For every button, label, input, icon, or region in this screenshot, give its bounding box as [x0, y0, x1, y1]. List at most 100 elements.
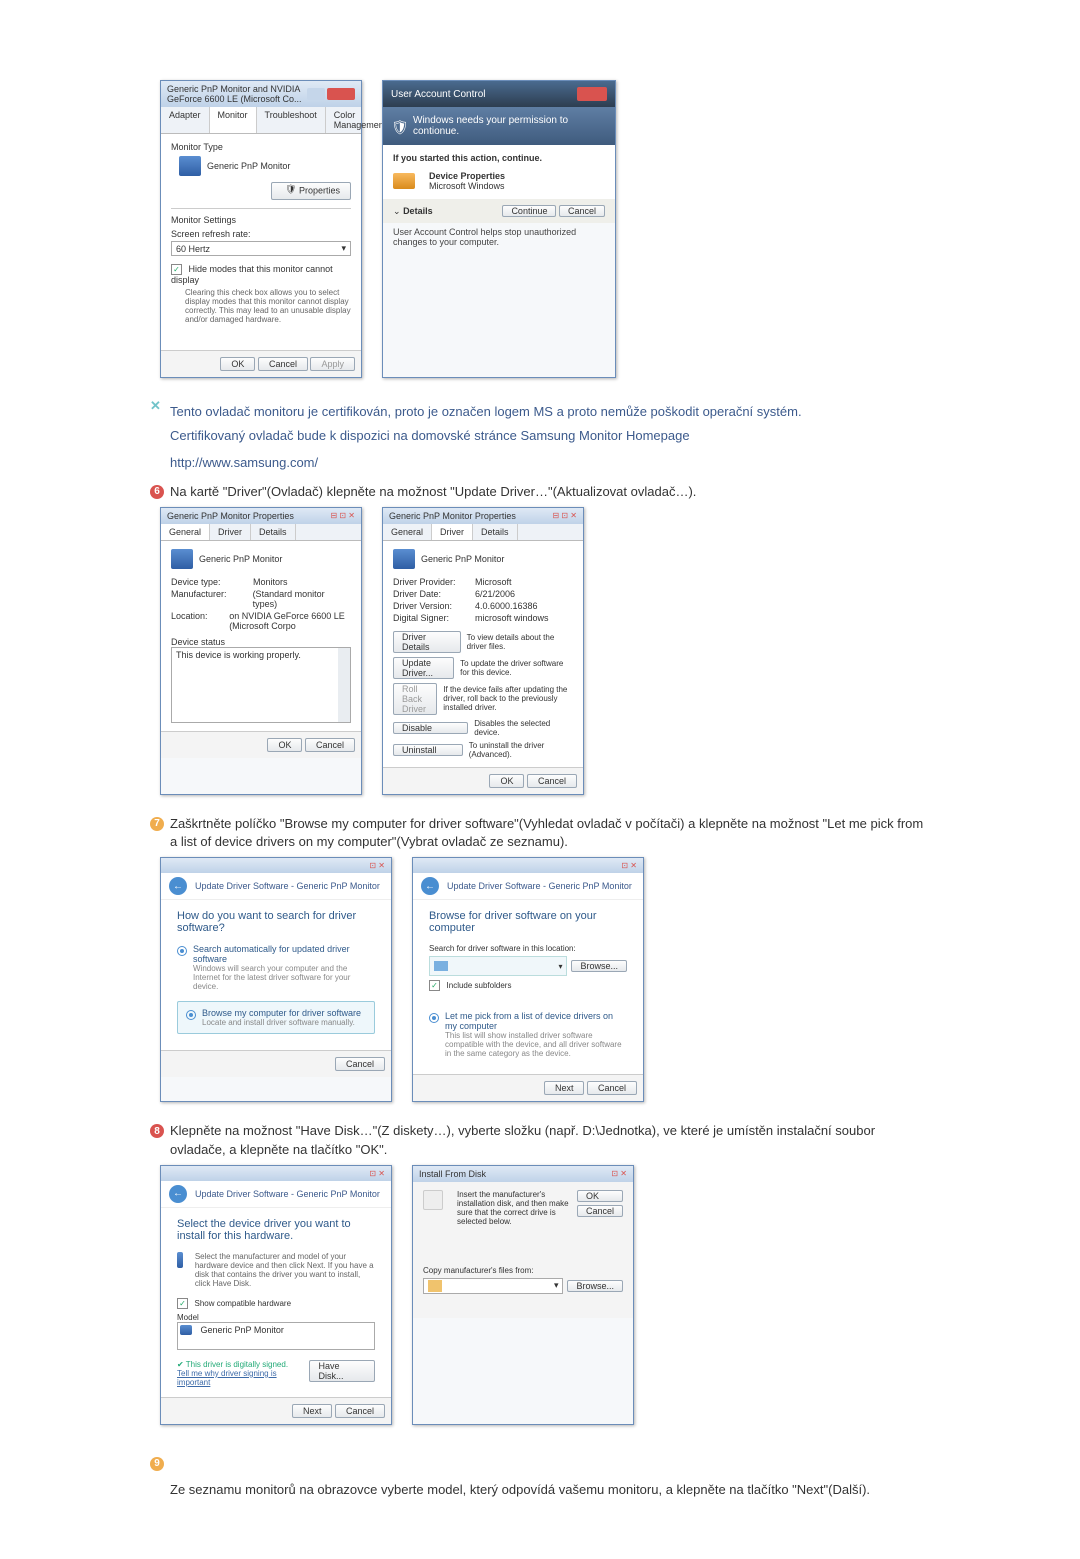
- driver-details-button[interactable]: Driver Details: [393, 631, 461, 653]
- copy-path-combo[interactable]: ▾: [423, 1278, 563, 1294]
- signing-link[interactable]: Tell me why driver signing is important: [177, 1369, 309, 1387]
- option-pick-from-list[interactable]: Let me pick from a list of device driver…: [429, 1011, 627, 1058]
- samsung-link[interactable]: http://www.samsung.com/: [170, 453, 802, 473]
- devstatus-label: Device status: [171, 637, 351, 647]
- have-disk-button[interactable]: Have Disk...: [309, 1360, 375, 1382]
- close-icon[interactable]: [577, 87, 607, 101]
- cancel-button[interactable]: Cancel: [335, 1057, 385, 1071]
- refresh-rate-select[interactable]: 60 Hertz ▾: [171, 241, 351, 256]
- ok-button[interactable]: OK: [267, 738, 302, 752]
- close-icon[interactable]: ⊡ ✕: [621, 861, 637, 870]
- tab-details[interactable]: Details: [251, 524, 296, 540]
- cancel-button[interactable]: Cancel: [527, 774, 577, 788]
- tab-adapter[interactable]: Adapter: [161, 107, 210, 133]
- tab-driver[interactable]: Driver: [432, 524, 473, 540]
- manuf-label: Manufacturer:: [171, 589, 241, 609]
- tab-driver[interactable]: Driver: [210, 524, 251, 540]
- update-driver-desc: To update the driver software for this d…: [460, 659, 573, 677]
- chevron-down-icon: ▾: [554, 1280, 559, 1291]
- browse-button[interactable]: Browse...: [567, 1280, 623, 1292]
- update-driver-button[interactable]: Update Driver...: [393, 657, 454, 679]
- browse-button[interactable]: Browse...: [571, 960, 627, 972]
- select-driver-dialog: ⊡ ✕ ← Update Driver Software - Generic P…: [160, 1165, 392, 1425]
- tab-details[interactable]: Details: [473, 524, 518, 540]
- tab-general[interactable]: General: [161, 524, 210, 540]
- disk-icon: [423, 1190, 443, 1210]
- monitor-icon: [171, 549, 193, 569]
- signed-label: This driver is digitally signed.: [186, 1360, 288, 1369]
- note-icon: ✕: [150, 398, 164, 414]
- tabs: Adapter Monitor Troubleshoot Color Manag…: [161, 107, 361, 134]
- show-compatible-checkbox[interactable]: [177, 1298, 188, 1309]
- show-compatible-label: Show compatible hardware: [195, 1299, 292, 1308]
- uninstall-button[interactable]: Uninstall: [393, 744, 463, 756]
- tab-monitor[interactable]: Monitor: [210, 107, 257, 133]
- path-combo[interactable]: ▾: [429, 956, 567, 976]
- sign-label: Digital Signer:: [393, 613, 463, 623]
- option-auto-desc: Windows will search your computer and th…: [193, 964, 375, 991]
- cancel-button[interactable]: Cancel: [587, 1081, 637, 1095]
- properties-button[interactable]: 🛡 Properties: [271, 182, 351, 200]
- cancel-button[interactable]: Cancel: [559, 205, 605, 217]
- continue-button[interactable]: Continue: [502, 205, 556, 217]
- titlebar: Generic PnP Monitor and NVIDIA GeForce 6…: [161, 81, 361, 107]
- close-icon[interactable]: [327, 88, 355, 100]
- option-auto-search[interactable]: Search automatically for updated driver …: [177, 944, 375, 991]
- folder-icon: [428, 1280, 442, 1292]
- uac-publisher: Microsoft Windows: [429, 181, 505, 191]
- update-wizard-browse-dialog: ⊡ ✕ ← Update Driver Software - Generic P…: [412, 857, 644, 1102]
- option-auto-title: Search automatically for updated driver …: [193, 944, 375, 964]
- hide-modes-checkbox[interactable]: [171, 264, 182, 275]
- hide-modes-note: Clearing this check box allows you to se…: [185, 288, 351, 324]
- cancel-button[interactable]: Cancel: [258, 357, 308, 371]
- driver-details-desc: To view details about the driver files.: [467, 633, 573, 651]
- install-from-disk-dialog: Install From Disk ⊡ ✕ Insert the manufac…: [412, 1165, 634, 1425]
- chevron-down-icon: ⌄: [393, 206, 401, 216]
- disable-button[interactable]: Disable: [393, 722, 468, 734]
- monitor-type-label: Monitor Type: [171, 142, 351, 152]
- close-icon[interactable]: ⊟ ⊡ ✕: [330, 511, 355, 520]
- wizard-question: How do you want to search for driver sof…: [177, 910, 375, 934]
- minimize-icon[interactable]: [307, 88, 325, 100]
- option-browse[interactable]: Browse my computer for driver software L…: [186, 1008, 366, 1027]
- ok-button[interactable]: OK: [220, 357, 255, 371]
- step-9-body: Ze seznamu monitorů na obrazovce vyberte…: [170, 1482, 870, 1497]
- wizard-title: Update Driver Software - Generic PnP Mon…: [195, 881, 380, 891]
- disable-desc: Disables the selected device.: [474, 719, 573, 737]
- ver-value: 4.0.6000.16386: [475, 601, 538, 611]
- details-toggle[interactable]: Details: [403, 206, 433, 216]
- back-button[interactable]: ←: [169, 1185, 187, 1203]
- ok-button[interactable]: OK: [577, 1190, 623, 1202]
- scrollbar[interactable]: [338, 648, 350, 722]
- date-label: Driver Date:: [393, 589, 463, 599]
- next-button[interactable]: Next: [292, 1404, 333, 1418]
- browse-title: Browse for driver software on your compu…: [429, 910, 627, 934]
- model-list[interactable]: Generic PnP Monitor: [177, 1322, 375, 1350]
- device-props-general-dialog: Generic PnP Monitor Properties ⊟ ⊡ ✕ Gen…: [160, 507, 362, 795]
- close-icon[interactable]: ⊡ ✕: [369, 861, 385, 870]
- back-button[interactable]: ←: [421, 877, 439, 895]
- monitor-icon: [393, 549, 415, 569]
- ok-button[interactable]: OK: [489, 774, 524, 788]
- cancel-button[interactable]: Cancel: [305, 738, 355, 752]
- close-icon[interactable]: ⊡ ✕: [369, 1169, 385, 1178]
- tab-troubleshoot[interactable]: Troubleshoot: [257, 107, 326, 133]
- monitor-name: Generic PnP Monitor: [207, 161, 290, 171]
- model-label: Model: [177, 1313, 375, 1322]
- option-browse-desc: Locate and install driver software manua…: [202, 1018, 361, 1027]
- cert-note-2: Certifikovaný ovladač bude k dispozici n…: [170, 426, 802, 446]
- rollback-driver-button[interactable]: Roll Back Driver: [393, 683, 437, 715]
- monitor-icon: [177, 1252, 183, 1268]
- ver-label: Driver Version:: [393, 601, 463, 611]
- select-hint: Select the manufacturer and model of you…: [195, 1252, 375, 1288]
- include-subfolders-checkbox[interactable]: [429, 980, 440, 991]
- back-button[interactable]: ←: [169, 877, 187, 895]
- cancel-button[interactable]: Cancel: [577, 1205, 623, 1217]
- close-icon[interactable]: ⊟ ⊡ ✕: [552, 511, 577, 520]
- cancel-button[interactable]: Cancel: [335, 1404, 385, 1418]
- tab-general[interactable]: General: [383, 524, 432, 540]
- next-button[interactable]: Next: [544, 1081, 585, 1095]
- radio-icon: [177, 946, 187, 956]
- close-icon[interactable]: ⊡ ✕: [611, 1169, 627, 1178]
- apply-button[interactable]: Apply: [310, 357, 355, 371]
